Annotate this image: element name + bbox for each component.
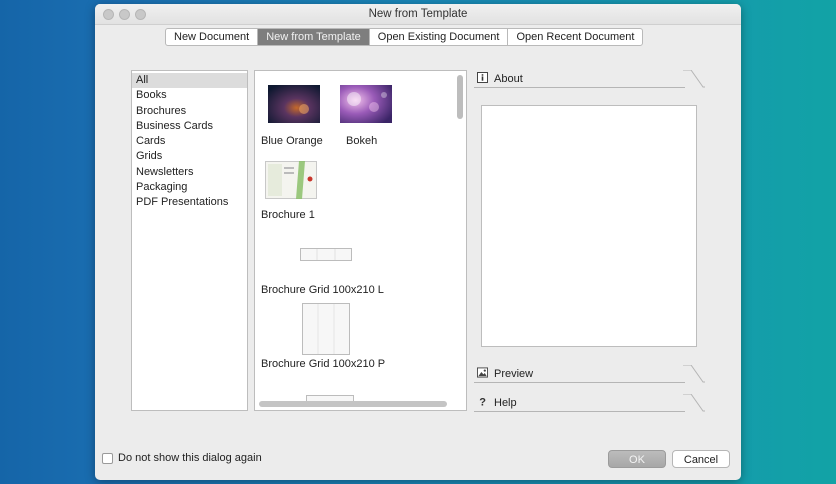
- preview-label: Preview: [494, 368, 534, 380]
- preview-panel-header[interactable]: Preview: [474, 365, 705, 383]
- category-item-packaging[interactable]: Packaging: [132, 180, 247, 195]
- template-label: Bokeh: [346, 135, 378, 147]
- title-bar[interactable]: New from Template: [95, 4, 741, 25]
- image-icon: [477, 367, 488, 378]
- mode-tabs: New Document New from Template Open Exis…: [165, 28, 644, 46]
- brochure-grid-p-thumbnail: [302, 303, 350, 355]
- template-label: Brochure Grid 100x210 P: [261, 358, 386, 370]
- brochure-grid-l-thumbnail: [300, 248, 352, 261]
- brochure-1-thumbnail: [265, 161, 317, 199]
- blue-orange-thumbnail: [268, 85, 320, 123]
- about-panel-tab-edge: [683, 70, 705, 88]
- template-label: Brochure Grid 100x210 L: [261, 284, 384, 296]
- dont-show-again-label[interactable]: Do not show this dialog again: [118, 452, 262, 464]
- help-label: Help: [494, 397, 517, 409]
- category-item-cards[interactable]: Cards: [132, 134, 247, 149]
- question-icon: ?: [479, 397, 486, 407]
- template-vertical-scrollbar[interactable]: [457, 75, 463, 119]
- ok-button[interactable]: OK: [608, 450, 666, 468]
- bokeh-thumbnail: [340, 85, 392, 123]
- preview-panel-tab-edge: [683, 365, 705, 383]
- category-item-grids[interactable]: Grids: [132, 149, 247, 164]
- template-label: Blue Orange: [261, 135, 323, 147]
- new-from-template-dialog: New from Template New Document New from …: [95, 4, 741, 480]
- template-label: Brochure 1: [261, 209, 315, 221]
- category-list: All Books Brochures Business Cards Cards…: [131, 70, 248, 411]
- info-icon: [477, 72, 488, 83]
- category-item-brochures[interactable]: Brochures: [132, 104, 247, 119]
- help-panel-header[interactable]: ? Help: [474, 394, 705, 412]
- dont-show-again-checkbox[interactable]: [102, 453, 113, 464]
- category-item-newsletters[interactable]: Newsletters: [132, 165, 247, 180]
- tab-new-document[interactable]: New Document: [166, 29, 259, 45]
- help-panel-tab-edge: [683, 394, 705, 412]
- category-item-pdf-presentations[interactable]: PDF Presentations: [132, 195, 247, 210]
- category-item-all[interactable]: All: [132, 73, 247, 89]
- svg-text:?: ?: [479, 397, 486, 407]
- tab-open-recent-document[interactable]: Open Recent Document: [508, 29, 642, 45]
- category-item-books[interactable]: Books: [132, 88, 247, 103]
- about-label: About: [494, 73, 523, 85]
- window-title: New from Template: [368, 8, 468, 20]
- about-content: [481, 105, 697, 347]
- cancel-button[interactable]: Cancel: [672, 450, 730, 468]
- template-list[interactable]: Blue Orange Bokeh Brochure 1 Brochure Gr…: [254, 70, 467, 411]
- tab-open-existing-document[interactable]: Open Existing Document: [370, 29, 509, 45]
- tab-new-from-template[interactable]: New from Template: [258, 29, 370, 45]
- category-item-business-cards[interactable]: Business Cards: [132, 119, 247, 134]
- template-horizontal-scrollbar[interactable]: [259, 401, 447, 407]
- about-panel-header[interactable]: About: [474, 70, 705, 88]
